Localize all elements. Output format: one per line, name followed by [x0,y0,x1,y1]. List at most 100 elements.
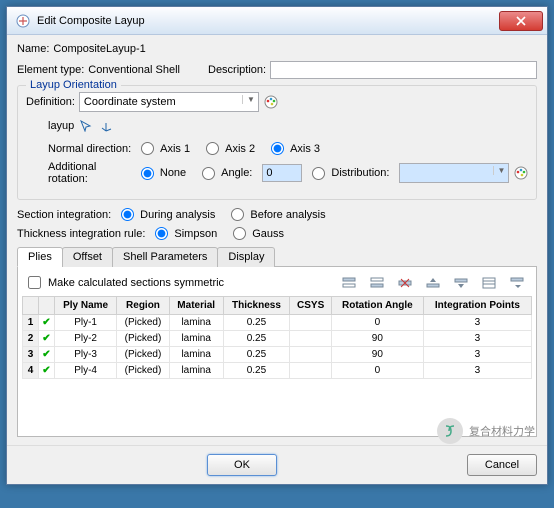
table-row[interactable]: 1✔Ply-1(Picked)lamina0.2503 [23,315,532,331]
axis2-radio[interactable] [206,142,219,155]
angle-radio[interactable] [202,167,215,180]
axis3-radio[interactable] [271,142,284,155]
tab-shell-parameters[interactable]: Shell Parameters [112,247,218,267]
cell-intpts[interactable]: 3 [423,363,531,379]
distribution-label: Distribution: [331,167,389,179]
cell-intpts[interactable]: 3 [423,331,531,347]
csys-axes-icon[interactable] [98,118,114,134]
none-radio[interactable] [141,167,154,180]
move-down-icon[interactable] [450,274,472,292]
pattern-icon[interactable] [478,274,500,292]
during-analysis-radio[interactable] [121,208,134,221]
name-label: Name: [17,43,49,55]
cell-rotation[interactable]: 90 [331,347,423,363]
cell-intpts[interactable]: 3 [423,347,531,363]
table-row[interactable]: 2✔Ply-2(Picked)lamina0.25 903 [23,331,532,347]
angle-input[interactable] [262,164,302,182]
cell-csys[interactable] [290,331,332,347]
simpson-label: Simpson [174,228,217,240]
dialog-footer: OK Cancel [7,445,547,484]
window-title: Edit Composite Layup [37,15,499,27]
cell-thickness[interactable]: 0.25 [223,363,290,379]
description-label: Description: [208,64,266,76]
cell-material[interactable]: lamina [169,347,223,363]
app-icon [15,13,31,29]
cell-csys[interactable] [290,315,332,331]
cell-plyname[interactable]: Ply-2 [55,331,117,347]
col-region: Region [117,297,170,315]
symmetric-row[interactable]: Make calculated sections symmetric [24,273,224,292]
cancel-button[interactable]: Cancel [467,454,537,476]
cell-rotation[interactable]: 0 [331,363,423,379]
move-up-icon[interactable] [422,274,444,292]
cell-material[interactable]: lamina [169,331,223,347]
title-bar[interactable]: Edit Composite Layup [7,7,547,35]
cell-rotation[interactable]: 0 [331,315,423,331]
distribution-radio[interactable] [312,167,325,180]
tab-body-plies: Make calculated sections symmetric [17,267,537,437]
normaldir-label: Normal direction: [48,143,131,155]
row-index: 4 [23,363,39,379]
cell-csys[interactable] [290,363,332,379]
arrow-pick-icon[interactable] [78,118,94,134]
simpson-radio[interactable] [155,227,168,240]
definition-select[interactable]: Coordinate system [79,92,259,112]
table-row[interactable]: 3✔Ply-3(Picked)lamina0.25903 [23,347,532,363]
cell-intpts[interactable]: 3 [423,315,531,331]
cell-plyname[interactable]: Ply-4 [55,363,117,379]
gauss-radio[interactable] [233,227,246,240]
col-rotation: Rotation Angle [331,297,423,315]
cell-thickness[interactable]: 0.25 [223,331,290,347]
cell-thickness[interactable]: 0.25 [223,315,290,331]
cell-plyname[interactable]: Ply-3 [55,347,117,363]
plies-table: Ply Name Region Material Thickness CSYS … [22,296,532,379]
palette-icon-2[interactable] [513,165,528,181]
cell-region[interactable]: (Picked) [117,315,170,331]
row-index: 2 [23,331,39,347]
axis1-label: Axis 1 [160,143,190,155]
elemtype-label: Element type: [17,64,84,76]
addrot-label: Additional rotation: [48,161,131,185]
gauss-label: Gauss [252,228,284,240]
insert-before-icon[interactable] [338,274,360,292]
cell-csys[interactable] [290,347,332,363]
row-index: 3 [23,347,39,363]
cell-material[interactable]: lamina [169,315,223,331]
insert-after-icon[interactable] [366,274,388,292]
angle-label: Angle: [221,167,252,179]
layup-label: layup [48,120,74,132]
axis1-radio[interactable] [141,142,154,155]
distribution-select[interactable] [399,163,509,183]
col-idx [23,297,39,315]
description-input[interactable] [270,61,537,79]
cell-plyname[interactable]: Ply-1 [55,315,117,331]
cell-region[interactable]: (Picked) [117,347,170,363]
elemtype-value: Conventional Shell [88,64,180,76]
col-csys: CSYS [290,297,332,315]
cell-material[interactable]: lamina [169,363,223,379]
cell-region[interactable]: (Picked) [117,363,170,379]
palette-icon[interactable] [263,94,279,110]
ok-button[interactable]: OK [207,454,277,476]
cell-region[interactable]: (Picked) [117,331,170,347]
row-status-icon: ✔ [39,347,55,363]
table-row[interactable]: 4✔Ply-4(Picked)lamina0.25 03 [23,363,532,379]
before-analysis-radio[interactable] [231,208,244,221]
cell-thickness[interactable]: 0.25 [223,347,290,363]
col-plyname: Ply Name [55,297,117,315]
symmetric-checkbox[interactable] [28,276,41,289]
cell-rotation[interactable]: 90 [331,331,423,347]
tab-display[interactable]: Display [217,247,275,267]
close-button[interactable] [499,11,543,31]
row-status-icon: ✔ [39,331,55,347]
tab-plies[interactable]: Plies [17,247,63,267]
tab-strip: Plies Offset Shell Parameters Display [17,246,537,267]
row-status-icon: ✔ [39,363,55,379]
tab-offset[interactable]: Offset [62,247,113,267]
read-file-icon[interactable] [506,274,528,292]
delete-row-icon[interactable] [394,274,416,292]
row-status-icon: ✔ [39,315,55,331]
during-analysis-label: During analysis [140,209,215,221]
col-material: Material [169,297,223,315]
dialog-window: Edit Composite Layup Name: CompositeLayu… [6,6,548,485]
